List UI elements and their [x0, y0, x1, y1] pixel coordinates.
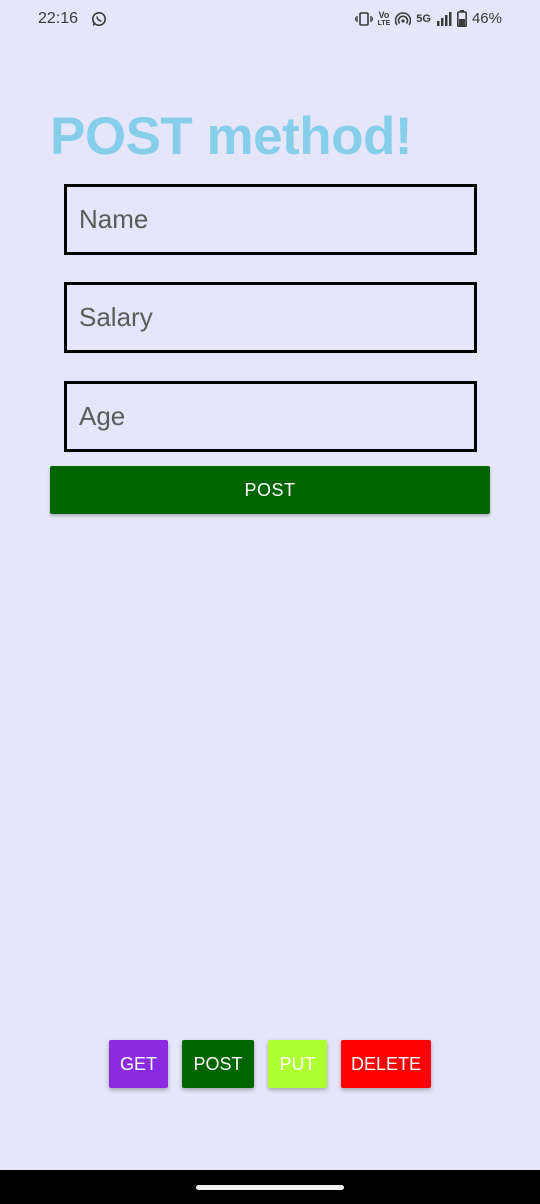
volte-label-top: Vo — [378, 9, 390, 20]
salary-input[interactable] — [64, 282, 477, 353]
battery-percent: 46% — [471, 10, 502, 27]
status-time: 22:16 — [38, 10, 79, 27]
hotspot-icon — [395, 11, 412, 27]
network-label: 5G — [416, 12, 431, 25]
vibrate-icon — [354, 11, 373, 26]
status-bar: 22:16 Vo LTE 5G 46% — [0, 0, 540, 40]
put-method-button[interactable]: PUT — [268, 1040, 327, 1088]
whatsapp-icon — [91, 11, 107, 27]
app-screen: 22:16 Vo LTE 5G 46% POST method! Name Sa… — [0, 0, 540, 1204]
page-title: POST method! — [50, 107, 413, 166]
age-input[interactable] — [64, 381, 477, 452]
signal-icon — [436, 11, 452, 26]
home-gesture-handle[interactable] — [196, 1185, 344, 1190]
battery-icon — [456, 10, 467, 27]
delete-method-button[interactable]: DELETE — [341, 1040, 431, 1088]
post-submit-button[interactable]: POST — [50, 466, 490, 514]
volte-label-bottom: LTE — [377, 19, 391, 27]
get-method-button[interactable]: GET — [109, 1040, 168, 1088]
post-method-button[interactable]: POST — [182, 1040, 254, 1088]
name-input[interactable] — [64, 184, 477, 255]
status-icons: Vo LTE 5G 46% — [354, 9, 502, 27]
volte-icon: Vo LTE — [377, 9, 391, 27]
